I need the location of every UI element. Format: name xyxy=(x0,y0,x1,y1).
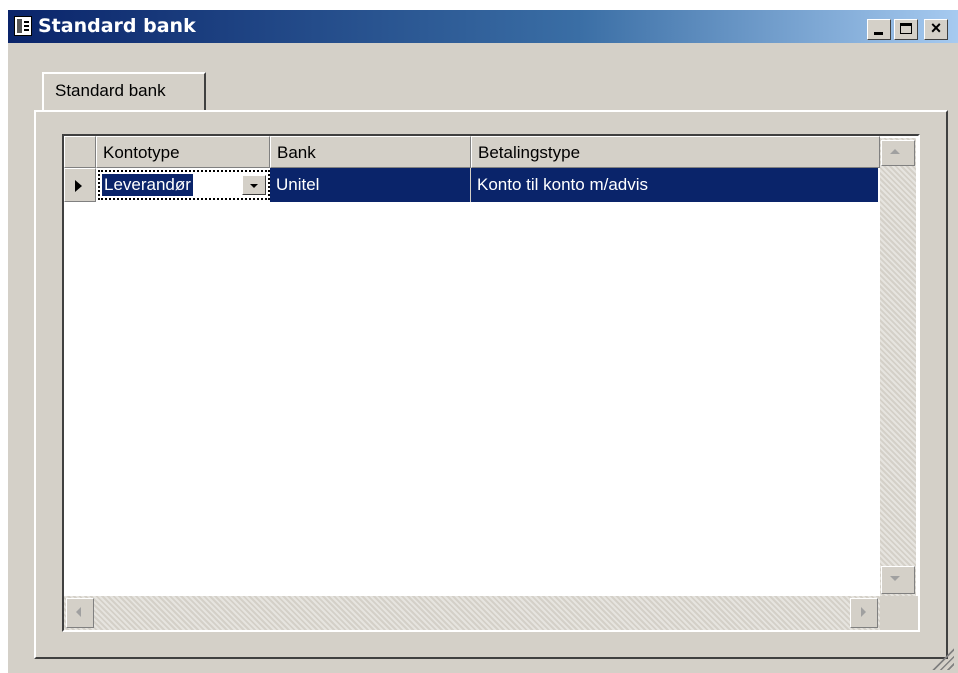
title-bar[interactable]: Standard bank × xyxy=(8,10,958,43)
minimize-button[interactable] xyxy=(867,19,891,40)
standard-bank-window: Standard bank × Standard bank Kontotype … xyxy=(8,10,958,673)
row-selector-header xyxy=(64,136,96,168)
scroll-left-icon[interactable] xyxy=(66,598,94,628)
row-selector[interactable] xyxy=(64,168,96,202)
column-header-bank[interactable]: Bank xyxy=(270,136,471,168)
close-icon: × xyxy=(930,18,942,38)
resize-grip-icon[interactable] xyxy=(930,646,954,670)
chevron-down-icon[interactable] xyxy=(242,175,266,195)
bank-grid[interactable]: Kontotype Bank Betalingstype Unitel Kont… xyxy=(62,134,920,632)
current-row-arrow-icon xyxy=(75,180,82,192)
scroll-right-icon[interactable] xyxy=(850,598,878,628)
horizontal-scrollbar[interactable] xyxy=(64,596,880,630)
kontotype-value: Leverandør xyxy=(102,174,193,196)
column-header-betalingstype[interactable]: Betalingstype xyxy=(471,136,880,168)
close-button[interactable]: × xyxy=(924,18,948,40)
form-icon[interactable] xyxy=(14,16,32,36)
tab-panel: Kontotype Bank Betalingstype Unitel Kont… xyxy=(34,110,948,659)
maximize-button[interactable] xyxy=(894,19,918,40)
scroll-up-icon[interactable] xyxy=(881,140,915,166)
tab-standard-bank[interactable]: Standard bank xyxy=(42,72,206,110)
cell-betalingstype[interactable]: Konto til konto m/advis xyxy=(471,168,880,202)
window-title: Standard bank xyxy=(38,15,196,37)
cell-bank[interactable]: Unitel xyxy=(270,168,471,202)
kontotype-dropdown[interactable]: Leverandør xyxy=(98,170,270,200)
column-header-kontotype[interactable]: Kontotype xyxy=(96,136,270,168)
tab-label: Standard bank xyxy=(55,81,166,100)
scroll-down-icon[interactable] xyxy=(881,566,915,594)
scrollbar-corner xyxy=(880,596,918,630)
vertical-scrollbar[interactable] xyxy=(880,138,916,596)
